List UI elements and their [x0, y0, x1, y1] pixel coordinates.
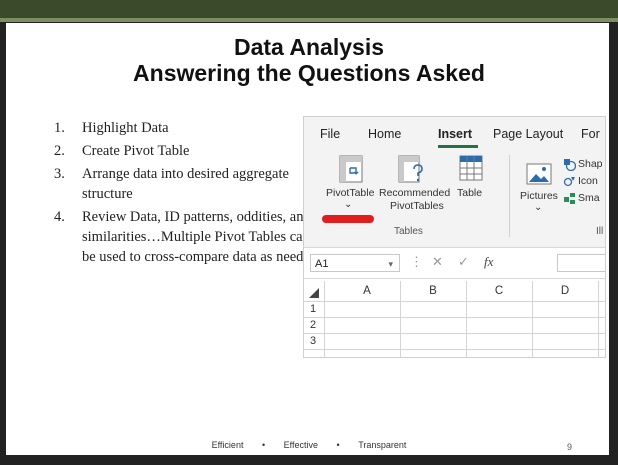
step-number: 2. [54, 143, 65, 159]
footer-item: Effective [283, 440, 318, 450]
insert-function-icon[interactable]: fx [484, 254, 493, 270]
tab-page-layout[interactable]: Page Layout [493, 127, 563, 141]
formula-bar: A1 ▾ ⋮ ✕ ✓ fx [304, 247, 605, 279]
table-icon[interactable] [459, 155, 483, 181]
grid-line [324, 281, 325, 357]
column-header[interactable]: B [400, 281, 466, 301]
column-header[interactable]: A [334, 281, 400, 301]
recommended-pivottables-icon[interactable] [398, 155, 426, 183]
slide-top-bar [0, 0, 618, 20]
step-text: Arrange data into desired aggregate stru… [82, 166, 289, 202]
pivottable-dropdown[interactable]: ⌄ [344, 199, 352, 210]
illustrations-group-label: Ill [596, 226, 604, 237]
step-item: 3. Arrange data into desired aggregate s… [54, 164, 324, 204]
grid-line [304, 349, 605, 350]
recommended-pivottables-button[interactable]: Recommended [379, 187, 450, 199]
page-number: 9 [567, 442, 573, 452]
step-number: 3. [54, 166, 65, 182]
row-header[interactable]: 2 [304, 319, 324, 331]
formula-separator: ⋮ [410, 254, 423, 269]
slide-top-accent [0, 18, 618, 22]
step-text: Highlight Data [82, 120, 169, 136]
grid-line [598, 281, 599, 357]
footer-bullet: • [261, 440, 266, 450]
tab-formulas[interactable]: For [581, 127, 600, 141]
ribbon-tabs: File Home Insert Page Layout For [304, 127, 605, 147]
shapes-icon[interactable] [563, 158, 576, 171]
name-box[interactable]: A1 ▾ [310, 254, 400, 272]
step-number: 1. [54, 120, 65, 136]
grid-line [304, 301, 605, 302]
spreadsheet-grid: A B C D 1 2 3 [304, 281, 605, 357]
grid-line [400, 281, 401, 357]
select-all-icon[interactable] [308, 287, 320, 299]
formula-input[interactable] [557, 254, 605, 272]
name-box-value: A1 [315, 258, 329, 270]
red-highlight-mark [322, 215, 374, 223]
tables-group-label: Tables [394, 226, 423, 237]
step-item: 2. Create Pivot Table [54, 141, 324, 161]
chevron-down-icon[interactable]: ▾ [388, 255, 393, 273]
slide: Data Analysis Answering the Questions As… [0, 0, 618, 465]
tab-insert[interactable]: Insert [438, 127, 472, 141]
pivottable-icon[interactable] [339, 155, 363, 183]
step-text: Review Data, ID patterns, oddities, and … [82, 209, 318, 265]
column-header[interactable]: D [532, 281, 598, 301]
pictures-icon[interactable] [526, 163, 552, 185]
grid-line [304, 333, 605, 334]
icons-icon[interactable] [563, 175, 576, 188]
grid-line [532, 281, 533, 357]
footer-bullet: • [336, 440, 340, 450]
active-tab-indicator [438, 145, 478, 148]
table-button[interactable]: Table [457, 187, 482, 199]
smartart-button[interactable]: Sma [578, 192, 600, 204]
footer-item: Efficient [211, 440, 244, 450]
excel-screenshot: File Home Insert Page Layout For PivotTa… [303, 116, 606, 358]
row-header[interactable]: 1 [304, 303, 324, 315]
recommended-pivottables-label: PivotTables [390, 200, 444, 212]
row-header[interactable]: 3 [304, 335, 324, 347]
pictures-button[interactable]: Pictures [520, 190, 558, 202]
steps-list: 1. Highlight Data 2. Create Pivot Table … [54, 118, 324, 270]
slide-subtitle: Answering the Questions Asked [133, 60, 485, 86]
tab-file[interactable]: File [320, 127, 340, 141]
column-header[interactable]: C [466, 281, 532, 301]
step-item: 4. Review Data, ID patterns, oddities, a… [54, 207, 324, 267]
smartart-icon[interactable] [563, 192, 576, 205]
slide-footer: Efficient • Effective • Transparent [0, 440, 618, 450]
grid-line [304, 317, 605, 318]
step-item: 1. Highlight Data [54, 118, 324, 138]
slide-title: Data Analysis [234, 34, 384, 60]
step-text: Create Pivot Table [82, 143, 190, 159]
footer-item: Transparent [358, 440, 407, 450]
pictures-dropdown[interactable]: ⌄ [534, 202, 542, 213]
step-number: 4. [54, 209, 65, 225]
tab-home[interactable]: Home [368, 127, 401, 141]
enter-icon[interactable]: ✓ [458, 254, 469, 270]
excel-ribbon: File Home Insert Page Layout For PivotTa… [304, 117, 605, 247]
shapes-button[interactable]: Shap [578, 158, 603, 170]
group-separator [509, 155, 510, 237]
cancel-icon[interactable]: ✕ [432, 254, 443, 270]
icons-button[interactable]: Icon [578, 175, 598, 187]
pivottable-button[interactable]: PivotTable [326, 187, 374, 199]
grid-line [466, 281, 467, 357]
